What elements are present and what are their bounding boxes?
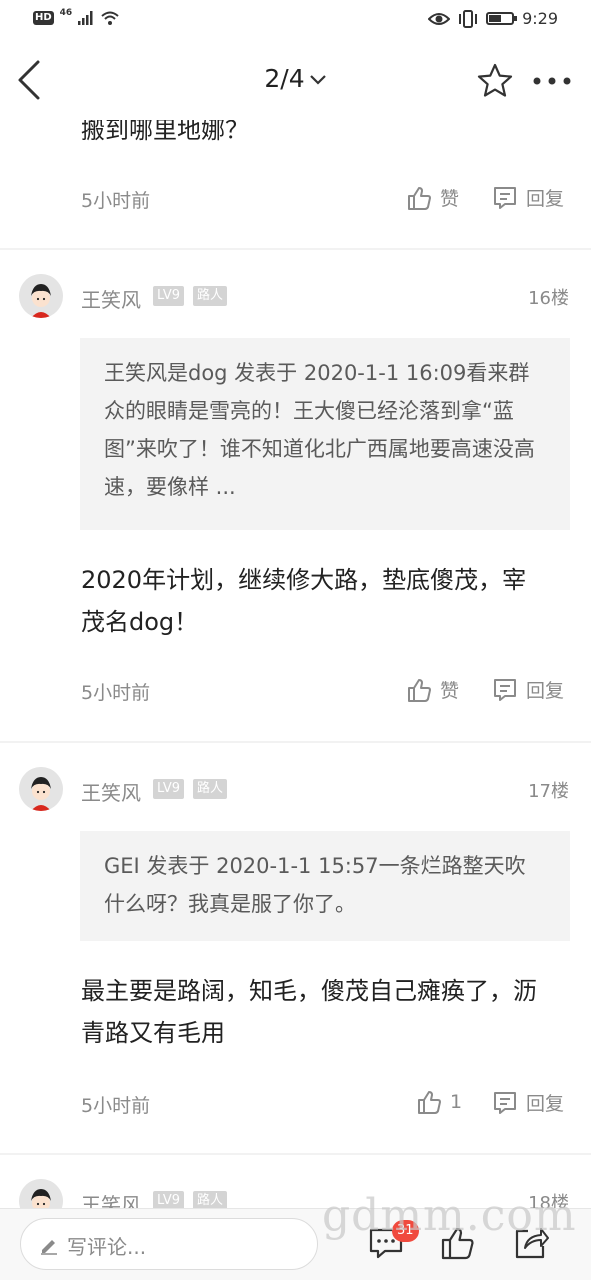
comment-item: 王笑风 LV9 路人 17楼 GEI 发表于 2020-1-1 15:57一条烂… (0, 767, 591, 1127)
like-button[interactable]: 1 (416, 1089, 462, 1115)
bottom-action-bar: 写评论... 31 (0, 1208, 591, 1280)
level-badge: LV9 (153, 286, 184, 306)
reply-bubble-icon (494, 186, 516, 209)
thumbs-up-icon (408, 678, 431, 702)
signal-icon (78, 11, 93, 25)
comment-time: 5小时前 (81, 190, 151, 212)
divider (0, 248, 591, 250)
share-icon[interactable] (513, 1225, 549, 1261)
top-navigation-bar: 2/4 (0, 40, 591, 120)
quoted-comment[interactable]: 王笑风是dog 发表于 2020-1-1 16:09看来群众的眼睛是雪亮的！王大… (80, 338, 570, 530)
comment-item: 王笑风 LV9 路人 16楼 王笑风是dog 发表于 2020-1-1 16:0… (0, 274, 591, 714)
comment-text: 最主要是路阔，知毛，傻茂自己瘫痪了，沥青路又有毛用 (81, 977, 537, 1047)
floor-number: 18楼 (528, 1193, 569, 1208)
comment-meta: 5小时前 1 回复 (0, 1089, 591, 1119)
avatar[interactable] (19, 767, 63, 811)
comment-text: 2020年计划，继续修大路，垫底傻茂，宰茂名dog！ (81, 566, 527, 636)
comment-meta: 5小时前 赞 回复 (0, 184, 591, 214)
comment-feed[interactable]: 搬到哪里地娜？ 5小时前 赞 回复 王笑风 LV9 路人 16楼 王笑风是dog… (0, 120, 591, 1208)
chevron-down-icon (309, 75, 326, 85)
like-button[interactable]: 赞 (406, 676, 459, 703)
reply-button[interactable]: 回复 (492, 184, 564, 211)
avatar[interactable] (19, 1179, 63, 1208)
floor-number: 16楼 (528, 288, 569, 309)
user-avatar-icon (19, 767, 63, 811)
reply-label: 回复 (526, 1093, 565, 1115)
floor-number: 17楼 (528, 781, 569, 802)
reply-label: 回复 (526, 188, 565, 210)
comment-item: 王笑风 LV9 路人 18楼 (0, 1179, 591, 1208)
user-avatar-icon (19, 274, 63, 318)
status-right: 9:29 (428, 9, 558, 28)
user-avatar-icon (19, 1179, 63, 1208)
comment-time: 5小时前 (81, 682, 151, 704)
username[interactable]: 王笑风 (81, 777, 141, 806)
status-bar: HD 46 9:29 (0, 0, 591, 40)
thumbs-up-icon (418, 1091, 441, 1114)
battery-level (489, 15, 502, 22)
role-badge: 路人 (193, 779, 228, 799)
comment-placeholder: 写评论... (67, 1235, 147, 1259)
pencil-icon (41, 1240, 57, 1255)
level-badge: LV9 (153, 1191, 184, 1208)
reply-button[interactable]: 回复 (492, 676, 564, 703)
role-badge: 路人 (193, 1191, 228, 1208)
clock: 9:29 (522, 9, 558, 28)
comment-input[interactable]: 写评论... (20, 1218, 318, 1270)
status-left: HD 46 (33, 8, 120, 26)
more-options-icon[interactable] (532, 74, 572, 88)
like-button[interactable]: 赞 (406, 184, 459, 211)
reply-bubble-icon (494, 1091, 516, 1114)
network-type-label: 46 (59, 8, 73, 18)
wifi-icon (101, 11, 119, 25)
avatar[interactable] (19, 274, 63, 318)
comment-meta: 5小时前 赞 回复 (0, 676, 591, 706)
comment-text: 搬到哪里地娜？ (81, 120, 249, 144)
favorite-star-icon[interactable] (476, 62, 514, 100)
reply-button[interactable]: 回复 (492, 1089, 564, 1116)
quoted-comment[interactable]: GEI 发表于 2020-1-1 15:57一条烂路整天吹什么呀？我真是服了你了… (80, 831, 570, 941)
vibrate-icon (459, 9, 478, 28)
hd-indicator: HD (33, 11, 54, 25)
like-label: 赞 (440, 188, 460, 210)
like-count: 1 (450, 1091, 463, 1113)
reply-label: 回复 (526, 680, 565, 702)
comment-count-badge: 31 (392, 1220, 419, 1242)
comment-time: 5小时前 (81, 1095, 151, 1117)
eye-comfort-icon (428, 12, 451, 25)
username[interactable]: 王笑风 (81, 1189, 141, 1208)
thumbs-up-icon[interactable] (440, 1225, 476, 1261)
page-indicator: 2/4 (264, 64, 305, 93)
battery-icon (486, 12, 518, 25)
role-badge: 路人 (193, 286, 228, 306)
thumbs-up-icon (408, 186, 431, 210)
divider (0, 1153, 591, 1155)
divider (0, 741, 591, 743)
reply-bubble-icon (494, 678, 516, 701)
username[interactable]: 王笑风 (81, 284, 141, 313)
level-badge: LV9 (153, 779, 184, 799)
like-label: 赞 (440, 680, 460, 702)
